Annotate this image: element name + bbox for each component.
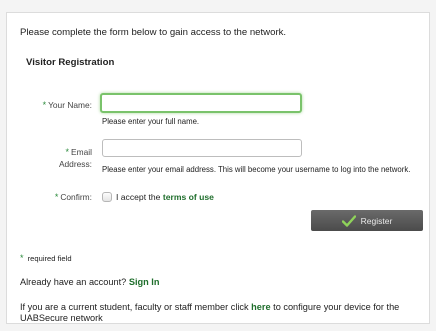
name-input[interactable]: [100, 93, 302, 113]
terms-checkbox[interactable]: [102, 192, 112, 202]
name-hint: Please enter your full name.: [102, 117, 200, 126]
email-label: * Email Address:: [58, 147, 92, 169]
section-title: Visitor Registration: [26, 57, 115, 68]
confirm-label: * Confirm:: [54, 192, 92, 202]
register-label: Register: [360, 215, 393, 226]
terms-of-use-link[interactable]: terms of use: [163, 192, 214, 202]
required-asterisk: *: [65, 147, 70, 157]
check-icon: [341, 214, 356, 227]
required-field-note: * required field: [20, 253, 72, 263]
intro-text: Please complete the form below to gain a…: [20, 27, 287, 38]
uabsecure-note: If you are a current student, faculty or…: [20, 302, 400, 323]
email-hint: Please enter your email address. This wi…: [102, 165, 411, 174]
name-label: * Your Name:: [42, 100, 92, 110]
account-prompt: Already have an account? Sign In: [20, 277, 160, 287]
sign-in-link[interactable]: Sign In: [129, 277, 160, 287]
register-button[interactable]: Register: [311, 210, 423, 231]
configure-here-link[interactable]: here: [251, 302, 270, 312]
required-asterisk: *: [54, 192, 59, 202]
email-input[interactable]: [102, 139, 302, 157]
required-asterisk: *: [42, 100, 47, 110]
registration-card: Please complete the form below to gain a…: [6, 12, 430, 324]
accept-text: I accept the terms of use: [116, 192, 214, 202]
required-asterisk: *: [20, 253, 24, 263]
